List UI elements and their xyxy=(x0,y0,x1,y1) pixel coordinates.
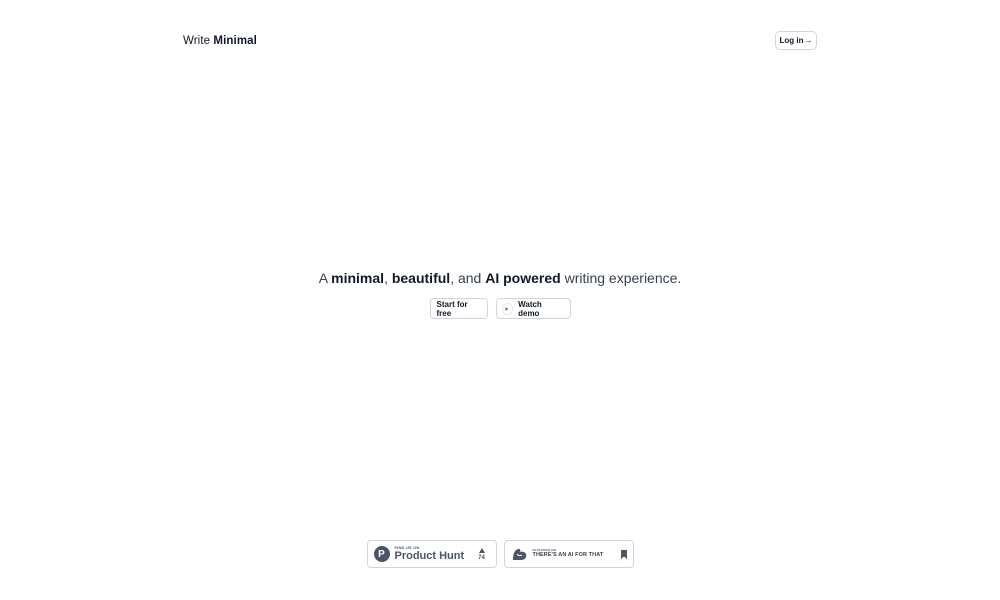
brand-emphasis: Minimal xyxy=(213,35,257,47)
tagline-text: writing experience. xyxy=(560,270,682,286)
start-for-free-label: Start for free xyxy=(436,299,468,318)
product-hunt-badge[interactable]: P FIND US ON Product Hunt 74 xyxy=(366,540,497,568)
brand-logo[interactable]: Write Minimal xyxy=(183,33,257,49)
upvote-number: 74 xyxy=(478,554,485,561)
tagline-bold-ai-powered: AI powered xyxy=(485,270,561,286)
product-hunt-text: FIND US ON Product Hunt xyxy=(395,546,465,562)
cta-row: Start for free Watch demo xyxy=(0,298,1000,319)
tagline-text: , and xyxy=(450,270,486,286)
upvote-count: 74 xyxy=(474,547,490,561)
brand-prefix: Write xyxy=(183,35,214,47)
tagline-text: A xyxy=(318,270,332,286)
badges-row: P FIND US ON Product Hunt 74 FEATURED ON… xyxy=(0,540,1000,568)
ai-for-that-title: THERE'S AN AI FOR THAT xyxy=(532,552,604,559)
tagline-bold-beautiful: beautiful xyxy=(391,270,451,286)
product-hunt-title: Product Hunt xyxy=(394,550,465,562)
login-label: Log in xyxy=(779,36,804,45)
ai-for-that-logo-icon xyxy=(512,548,526,560)
login-button[interactable]: Log in → xyxy=(775,31,817,50)
tagline-text: , xyxy=(384,270,392,286)
bookmark-icon xyxy=(620,549,627,559)
arrow-right-icon: → xyxy=(804,36,813,45)
hero-tagline: A minimal, beautiful, and AI powered wri… xyxy=(0,268,1000,288)
tagline-bold-minimal: minimal xyxy=(331,270,385,286)
ai-for-that-text: FEATURED ON THERE'S AN AI FOR THAT xyxy=(533,549,604,559)
upvote-arrow-icon xyxy=(478,547,485,553)
landing-page: Write Minimal Log in → A minimal, beautif… xyxy=(0,0,1000,600)
watch-demo-label: Watch demo xyxy=(518,299,542,318)
ai-for-that-badge[interactable]: FEATURED ON THERE'S AN AI FOR THAT xyxy=(503,540,634,568)
start-for-free-button[interactable]: Start for free xyxy=(429,298,488,319)
play-triangle-icon xyxy=(505,306,509,311)
product-hunt-logo-icon: P xyxy=(373,546,390,562)
watch-demo-button[interactable]: Watch demo xyxy=(495,298,571,319)
play-icon xyxy=(501,302,514,315)
